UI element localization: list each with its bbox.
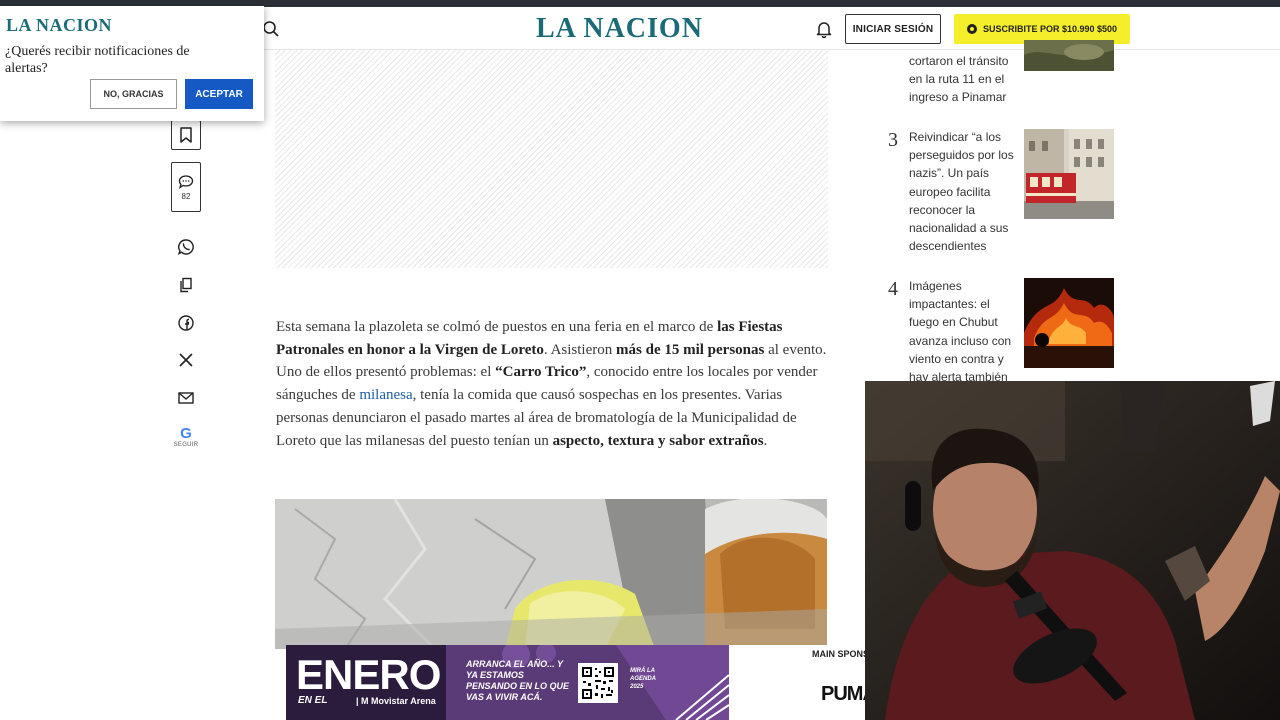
streamer-webcam-image: [865, 381, 1280, 720]
article-paragraph: Esta semana la plazoleta se colmó de pue…: [276, 316, 829, 452]
google-follow-button[interactable]: G SEGUIR: [171, 425, 201, 448]
ad-placeholder: [275, 50, 828, 268]
webcam-overlay: [865, 381, 1280, 720]
bookmark-button[interactable]: [171, 120, 201, 150]
banner-en-el: EN EL: [298, 695, 328, 706]
article-bold-3: “Carro Trico”: [495, 364, 587, 381]
notification-question: ¿Querés recibir notificaciones de alerta…: [5, 44, 190, 76]
banner-main: ENERO EN EL | M Movistar Arena ARRANCA E…: [286, 645, 729, 720]
movistar-arena-banner-ad[interactable]: ENERO EN EL | M Movistar Arena ARRANCA E…: [286, 645, 865, 720]
bookmark-icon: [180, 127, 192, 143]
banner-sponsor: MAIN SPONS PUMA: [729, 645, 865, 720]
comment-count: 82: [181, 191, 191, 201]
comments-button[interactable]: 82: [171, 162, 201, 212]
google-icon: G: [180, 425, 192, 442]
subscribe-label: SUSCRIBITE POR $10.990 $500: [982, 24, 1118, 34]
milanesa-photo-image: [275, 499, 827, 649]
search-icon[interactable]: [262, 20, 280, 38]
banner-headline: ENERO: [296, 651, 441, 698]
article-text-6: .: [763, 432, 768, 449]
banner-message: ARRANCA EL AÑO... Y YA ESTAMOS PENSANDO …: [466, 659, 570, 702]
article-bold-4: aspecto, textura y sabor extraños: [552, 432, 764, 449]
article-text-2: . Asistieron: [543, 341, 617, 358]
article-text-1: Esta semana la plazoleta se colmó de pue…: [276, 319, 718, 335]
banner-venue-label: Movistar Arena: [371, 696, 436, 706]
site-logo[interactable]: LA NACION: [536, 13, 703, 45]
subscribe-icon: [966, 24, 977, 34]
bell-icon[interactable]: [814, 19, 834, 39]
tram-photo-image: [1024, 129, 1114, 219]
trending-thumbnail[interactable]: [1024, 129, 1114, 219]
facebook-icon[interactable]: [177, 314, 195, 332]
movistar-logo-icon: | M: [356, 696, 372, 706]
trending-headline[interactable]: Reivindicar “a los perseguidos por los n…: [909, 128, 1021, 255]
trending-thumbnail[interactable]: [1024, 40, 1114, 71]
road-photo-image: [1024, 40, 1114, 71]
banner-agenda: MIRÁ LA AGENDA 2025: [630, 668, 656, 690]
google-follow-label: SEGUIR: [173, 442, 199, 448]
decline-notifications-button[interactable]: NO, GRACIAS: [90, 79, 177, 109]
trending-headline[interactable]: cortaron el tránsito en la ruta 11 en el…: [909, 52, 1021, 107]
notification-logo: LA NACION: [6, 15, 113, 35]
x-twitter-icon[interactable]: [177, 351, 195, 369]
copy-link-icon[interactable]: [177, 276, 195, 294]
sponsor-label: MAIN SPONS: [812, 649, 865, 659]
fire-photo-image: [1024, 278, 1114, 368]
accept-notifications-button[interactable]: ACEPTAR: [185, 79, 253, 109]
trending-number: 3: [888, 129, 898, 151]
banner-venue: | M Movistar Arena: [356, 696, 436, 706]
notification-prompt: LA NACION ¿Querés recibir notificaciones…: [0, 6, 264, 121]
article-bold-2: más de 15 mil personas: [616, 341, 765, 358]
milanesa-link[interactable]: milanesa: [359, 387, 412, 403]
qr-code-icon[interactable]: [578, 663, 618, 703]
sponsor-brand-logo: PUMA: [821, 683, 865, 705]
trending-thumbnail[interactable]: [1024, 278, 1114, 368]
login-button[interactable]: INICIAR SESIÓN: [845, 14, 941, 44]
article-photo: [275, 499, 827, 649]
trending-headline[interactable]: Imágenes impactantes: el fuego en Chubut…: [909, 277, 1021, 386]
email-icon[interactable]: [177, 389, 195, 407]
comment-icon: [178, 174, 194, 189]
whatsapp-icon[interactable]: [177, 238, 195, 256]
trending-number: 4: [888, 278, 898, 300]
